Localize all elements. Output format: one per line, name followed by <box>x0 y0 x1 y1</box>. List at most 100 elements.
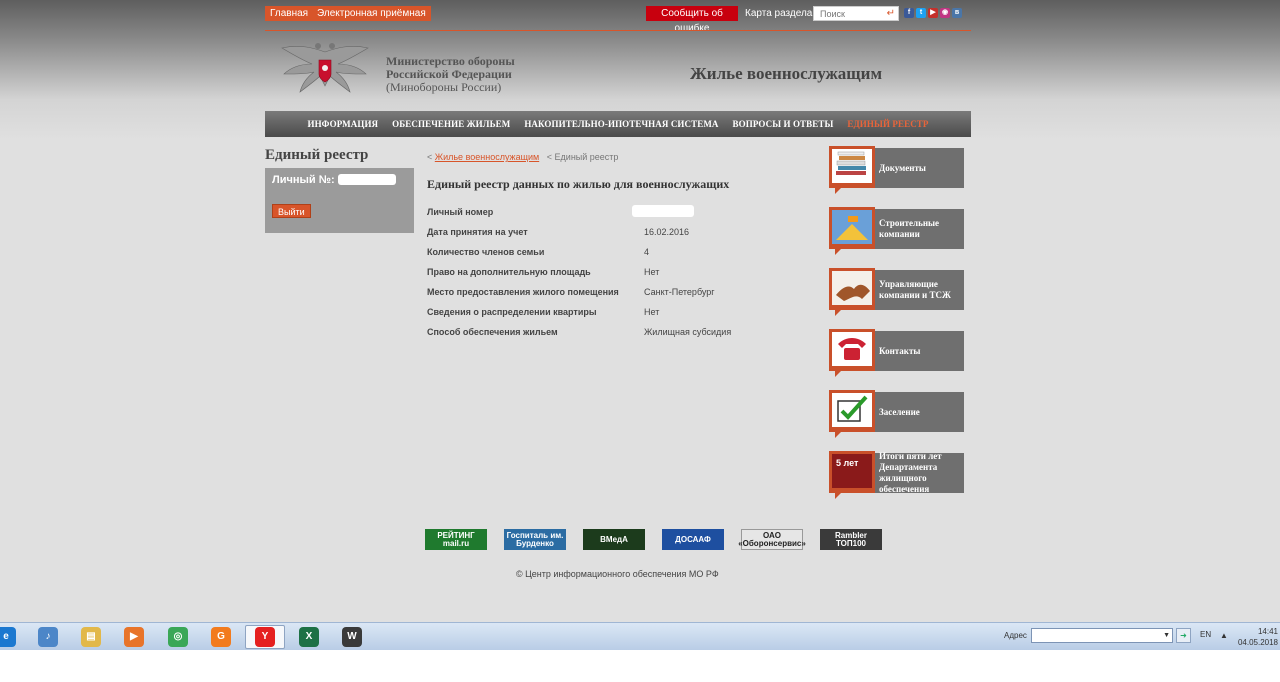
folder-icon: ▤ <box>81 627 101 647</box>
language-indicator[interactable]: EN <box>1200 630 1211 639</box>
quick-link-tile[interactable]: Документы <box>829 146 965 194</box>
e-reception-link[interactable]: Электронная приёмная <box>312 6 431 21</box>
field-value: Нет <box>644 307 660 317</box>
taskbar-button[interactable]: ♪ <box>28 625 68 649</box>
breadcrumb-current: Единый реестр <box>554 152 619 162</box>
address-go-icon[interactable]: ➜ <box>1176 628 1191 643</box>
ie-icon: e <box>0 627 16 647</box>
taskbar-button[interactable]: X <box>289 625 329 649</box>
social-links: f t ▶ ◉ в <box>904 8 962 18</box>
handshake-icon <box>832 271 872 305</box>
taskbar-button[interactable]: e <box>0 625 26 649</box>
registry-data-table: Личный номер Дата принятия на учет 16.02.2… <box>427 207 807 347</box>
excel-icon: X <box>299 627 319 647</box>
tile-label-text: Документы <box>879 162 926 173</box>
partner-banner[interactable]: ВМедА <box>583 529 645 550</box>
quick-link-tile[interactable]: 5 лет Итоги пяти лет Департамента жилищно… <box>829 451 965 499</box>
field-label: Сведения о распределении квартиры <box>427 307 597 317</box>
taskbar-button[interactable]: W <box>332 625 372 649</box>
tile-pointer <box>835 371 847 377</box>
ministry-emblem-icon[interactable] <box>278 38 372 102</box>
table-row: Место предоставления жилого помещения Сан… <box>427 287 807 307</box>
partner-banner[interactable]: Госпиталь им. Бурденко <box>504 529 566 550</box>
search-input[interactable] <box>814 7 880 20</box>
system-clock[interactable]: 14:41 04.05.2018 <box>1236 626 1278 648</box>
breadcrumb-link-housing[interactable]: Жилье военнослужащим <box>435 152 539 162</box>
tile-thumb <box>829 207 875 249</box>
home-link[interactable]: Главная <box>265 6 314 21</box>
address-input[interactable]: ▼ <box>1031 628 1173 643</box>
partner-banner[interactable]: ОАО «Оборонсервис» <box>738 529 806 550</box>
tile-thumb <box>829 268 875 310</box>
nav-item-4[interactable]: ЕДИНЫЙ РЕЕСТР <box>847 119 928 129</box>
foxit-icon: G <box>211 627 231 647</box>
chevron-down-icon[interactable]: ▼ <box>1163 632 1170 639</box>
table-row: Дата принятия на учет 16.02.2016 <box>427 227 807 247</box>
tile-label-text: Контакты <box>879 345 921 356</box>
breadcrumb-separator: < <box>546 152 553 162</box>
taskbar-button[interactable]: G <box>201 625 241 649</box>
sidebar-title: Единый реестр <box>265 147 369 163</box>
table-row: Количество членов семьи 4 <box>427 247 807 267</box>
partner-banner[interactable]: РЕЙТИНГ mail.ru <box>425 529 487 550</box>
tile-label: Управляющие компании и ТСЖ <box>875 270 964 310</box>
tile-label: Контакты <box>875 331 964 371</box>
tile-pointer <box>835 188 847 194</box>
browser-page: Главная Электронная приёмная Сообщить об… <box>0 0 1280 622</box>
tile-label: Строительные компании <box>875 209 964 249</box>
table-row: Способ обеспечения жильем Жилищная субсид… <box>427 327 807 347</box>
nav-item-1[interactable]: ОБЕСПЕЧЕНИЕ ЖИЛЬЕМ <box>392 119 510 129</box>
tile-label: Документы <box>875 148 964 188</box>
documents-icon <box>832 149 872 183</box>
top-divider <box>265 30 971 31</box>
instagram-icon[interactable]: ◉ <box>940 8 950 18</box>
tile-thumb-text: 5 лет <box>836 458 859 468</box>
personal-number-label: Личный №: <box>272 174 335 186</box>
taskbar-button[interactable]: ▶ <box>114 625 154 649</box>
youtube-icon[interactable]: ▶ <box>928 8 938 18</box>
partner-banner[interactable]: ДОСААФ <box>662 529 724 550</box>
field-value: Нет <box>644 267 660 277</box>
field-label: Право на дополнительную площадь <box>427 267 591 277</box>
quick-link-tile[interactable]: Строительные компании <box>829 207 965 255</box>
field-value: 4 <box>644 247 650 257</box>
taskbar-button[interactable]: ▤ <box>71 625 111 649</box>
sitemap-link[interactable]: Карта раздела <box>745 6 812 21</box>
facebook-icon[interactable]: f <box>904 8 914 18</box>
page-title: Единый реестр данных по жилью для военно… <box>427 177 730 191</box>
nav-item-3[interactable]: ВОПРОСЫ И ОТВЕТЫ <box>733 119 834 129</box>
field-label: Дата принятия на учет <box>427 227 528 237</box>
tray-expand-icon[interactable]: ▲ <box>1220 631 1228 640</box>
redacted-personal-number <box>338 174 396 185</box>
redacted-personal-number-value <box>632 205 694 217</box>
world-of-tanks-icon: W <box>342 627 362 647</box>
taskbar-button[interactable]: ◎ <box>158 625 198 649</box>
breadcrumb: < Жилье военнослужащим < Единый реестр <box>427 152 618 162</box>
vk-icon[interactable]: в <box>952 8 962 18</box>
quick-link-tile[interactable]: Контакты <box>829 329 965 377</box>
quick-link-tile[interactable]: Заселение <box>829 390 965 438</box>
field-value: Жилищная субсидия <box>644 327 732 337</box>
search-enter-icon[interactable]: ↵ <box>887 7 895 20</box>
logout-button[interactable]: Выйти <box>272 204 311 218</box>
twitter-icon[interactable]: t <box>916 8 926 18</box>
account-panel: Личный №: Выйти <box>265 168 414 233</box>
partner-banner[interactable]: Rambler ТОП100 <box>820 529 882 550</box>
construction-icon <box>832 210 872 244</box>
field-label: Личный номер <box>427 207 494 217</box>
tile-label-text: Строительные компании <box>879 218 940 239</box>
clock-time: 14:41 <box>1257 627 1278 636</box>
table-row: Сведения о распределении квартиры Нет <box>427 307 807 327</box>
nav-item-0[interactable]: ИНФОРМАЦИЯ <box>307 119 378 129</box>
clock-date: 04.05.2018 <box>1237 638 1278 647</box>
report-error-button[interactable]: Сообщить об ошибке <box>646 6 738 34</box>
field-label: Способ обеспечения жильем <box>427 327 558 337</box>
taskbar-button[interactable]: Y <box>245 625 285 649</box>
site-title: Жилье военнослужащим <box>690 64 883 83</box>
tile-pointer <box>835 432 847 438</box>
quick-link-tile[interactable]: Управляющие компании и ТСЖ <box>829 268 965 316</box>
tile-label-text: Управляющие компании и ТСЖ <box>879 279 951 300</box>
ministry-name: Министерство обороны Российской Федераци… <box>386 55 515 94</box>
tile-pointer <box>835 249 847 255</box>
nav-item-2[interactable]: НАКОПИТЕЛЬНО-ИПОТЕЧНАЯ СИСТЕМА <box>524 119 718 129</box>
